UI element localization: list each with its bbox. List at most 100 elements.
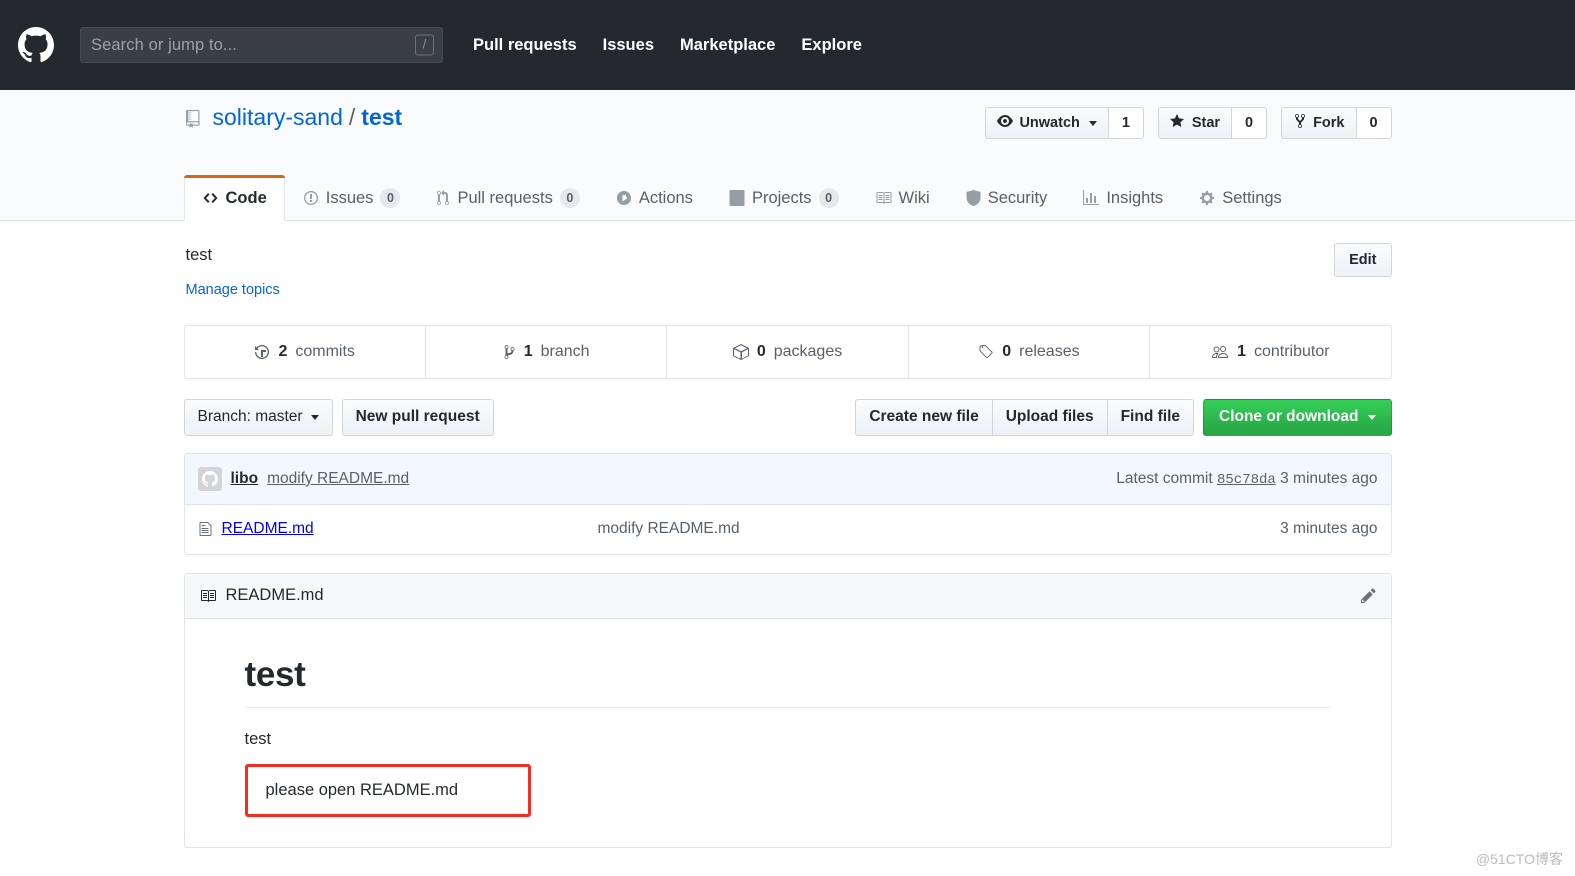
search-input[interactable]: Search or jump to... / [80,27,443,63]
overview-packages[interactable]: 0 packages [667,325,909,378]
watch-count[interactable]: 1 [1107,107,1144,139]
repo-description-row: test Manage topics Edit [184,221,1392,298]
overview-contributors[interactable]: 1 contributor [1150,326,1390,378]
overview-contributors-count: 1 [1237,342,1246,360]
clone-or-download-label: Clone or download [1219,408,1359,426]
manage-topics-link[interactable]: Manage topics [184,282,280,298]
page-root: Search or jump to... / Pull requests Iss… [0,0,1575,876]
nav-item-issues[interactable]: Issues [603,36,654,55]
graph-icon [1083,190,1100,206]
avatar [197,466,222,491]
branch-selector-button[interactable]: Branch: master [183,398,333,436]
tab-settings-label: Settings [1222,188,1282,207]
latest-commit-bar: libo modify README.md Latest commit 85c7… [184,453,1391,505]
global-header: Search or jump to... / Pull requests Iss… [0,0,1575,90]
overview-branches[interactable]: 1 branch [426,325,668,378]
issue-opened-icon [303,190,319,206]
file-toolbar: Branch: master New pull request Create n… [183,398,1392,436]
readme-title: README.md [225,586,324,605]
breadcrumb-separator: / [348,104,356,130]
star-button-group: Star 0 [1157,107,1268,139]
file-commit-message[interactable]: modify README.md [598,520,1281,538]
tab-projects[interactable]: Projects 0 [711,175,857,221]
fork-label: Fork [1313,115,1345,131]
file-list-box: libo modify README.md Latest commit 85c7… [183,452,1392,555]
latest-commit-prefix: Latest commit [1116,469,1213,487]
chevron-down-icon [310,414,319,420]
commit-sha[interactable]: 85c78da [1217,472,1276,488]
tab-actions[interactable]: Actions [598,175,711,221]
play-icon [616,190,632,206]
repo-overview-bar: 2 commits 1 branch 0 packages 0 releases… [183,324,1392,379]
star-count[interactable]: 0 [1231,107,1268,139]
file-commit-age: 3 minutes ago [1280,520,1378,538]
commit-author[interactable]: libo [231,470,259,488]
overview-commits[interactable]: 2 commits [185,325,426,378]
star-icon [1169,113,1186,133]
book-icon [199,588,217,604]
repo-owner-link[interactable]: solitary-sand [213,106,343,129]
code-icon [202,190,219,206]
repo-name-link[interactable]: test [361,106,402,129]
tab-actions-label: Actions [638,188,693,207]
tab-issues-count: 0 [380,188,401,208]
github-mark-icon[interactable] [14,23,58,67]
tab-code[interactable]: Code [183,175,286,221]
highlighted-annotation-box: please open README.md [244,764,531,817]
tab-security-label: Security [987,188,1048,207]
readme-content: test test please open README.md [185,619,1391,847]
tab-wiki-label: Wiki [898,188,930,207]
nav-item-pull-requests[interactable]: Pull requests [473,36,577,55]
repo-actions: Unwatch 1 Star 0 Fork 0 [985,107,1392,139]
repo-description-block: test Manage topics [184,243,280,298]
overview-releases[interactable]: 0 releases [909,325,1151,378]
unwatch-label: Unwatch [1019,115,1080,131]
breadcrumb: solitary-sand / test [185,104,402,130]
tab-issues[interactable]: Issues 0 [285,175,419,221]
file-icon [198,521,213,537]
tab-issues-label: Issues [325,188,374,207]
upload-files-button[interactable]: Upload files [991,398,1107,436]
project-icon [729,190,745,206]
edit-button[interactable]: Edit [1334,243,1392,277]
shield-icon [966,190,981,206]
watermark: @51CTO博客 [1475,851,1563,867]
fork-icon [1293,113,1307,133]
tab-insights[interactable]: Insights [1065,175,1181,221]
watch-button-group: Unwatch 1 [985,107,1144,139]
overview-commits-count: 2 [278,342,288,360]
book-icon [875,190,892,206]
tab-pull-requests[interactable]: Pull requests 0 [418,175,597,221]
latest-commit-age: 3 minutes ago [1280,469,1378,487]
table-row[interactable]: README.md modify README.md 3 minutes ago [184,504,1391,554]
global-nav: Pull requests Issues Marketplace Explore [473,36,862,55]
tab-settings[interactable]: Settings [1181,175,1300,221]
fork-count[interactable]: 0 [1355,107,1392,139]
chevron-down-icon [1088,120,1097,126]
branch-selector-label: Branch: master [197,408,303,426]
file-name-link[interactable]: README.md [222,520,314,538]
readme-paragraph-2: please open README.md [265,781,459,800]
pencil-icon[interactable] [1360,587,1377,604]
overview-packages-count: 0 [756,342,766,360]
nav-item-explore[interactable]: Explore [801,36,862,55]
find-file-button[interactable]: Find file [1106,398,1194,436]
file-actions-group: Create new file Upload files Find file [855,398,1194,436]
unwatch-button[interactable]: Unwatch [985,107,1108,139]
history-icon [254,344,270,360]
chevron-down-icon [1367,414,1376,420]
tab-pull-requests-count: 0 [559,188,580,208]
star-button[interactable]: Star [1157,107,1232,139]
create-new-file-button[interactable]: Create new file [855,398,992,436]
fork-button[interactable]: Fork [1281,107,1356,139]
fork-button-group: Fork 0 [1281,107,1392,139]
overview-branches-count: 1 [523,342,533,360]
nav-item-marketplace[interactable]: Marketplace [680,36,775,55]
gear-icon [1199,190,1215,206]
branch-icon [503,344,516,360]
clone-or-download-button[interactable]: Clone or download [1203,398,1392,436]
new-pull-request-button[interactable]: New pull request [341,398,494,436]
tab-security[interactable]: Security [948,175,1066,221]
commit-message[interactable]: modify README.md [267,470,409,488]
tab-wiki[interactable]: Wiki [857,175,948,221]
